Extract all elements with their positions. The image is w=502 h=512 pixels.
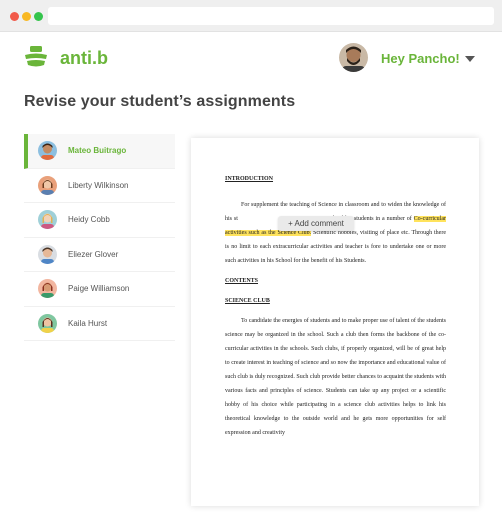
page-title: Revise your student’s assignments (24, 93, 296, 110)
student-name: Mateo Buitrago (68, 146, 127, 156)
maximize-window-icon[interactable] (34, 12, 43, 21)
brand-name: anti.b (60, 48, 108, 68)
user-greeting[interactable]: Hey Pancho! (381, 51, 460, 66)
student-avatar (38, 175, 57, 195)
student-item-kaila-hurst[interactable]: Kaila Hurst (24, 306, 175, 341)
student-name: Eliezer Glover (68, 249, 119, 259)
assignment-document[interactable]: INTRODUCTION For supplement the teaching… (191, 138, 479, 506)
heading-science-club: SCIENCE CLUB (225, 298, 270, 304)
student-list: Mateo Buitrago Liberty Wilkinson Heidy C… (24, 134, 175, 341)
chevron-down-icon[interactable] (465, 56, 475, 62)
student-item-paige-williamson[interactable]: Paige Williamson (24, 272, 175, 307)
heading-contents: CONTENTS (225, 278, 259, 284)
anti-b-logo-icon (25, 46, 47, 67)
add-comment-button[interactable]: + Add comment (278, 216, 354, 231)
student-name: Paige Williamson (68, 284, 130, 294)
student-name: Liberty Wilkinson (68, 180, 129, 190)
heading-introduction: INTRODUCTION (225, 176, 274, 182)
student-item-eliezer-glover[interactable]: Eliezer Glover (24, 237, 175, 272)
student-item-heidy-cobb[interactable]: Heidy Cobb (24, 203, 175, 238)
science-paragraph[interactable]: To candidate the energies of students an… (225, 314, 446, 440)
minimize-window-icon[interactable] (22, 12, 31, 21)
browser-chrome (0, 0, 502, 32)
student-item-liberty-wilkinson[interactable]: Liberty Wilkinson (24, 168, 175, 203)
address-bar[interactable] (48, 7, 494, 25)
user-avatar[interactable] (339, 43, 368, 72)
intro-paragraph[interactable]: For supplement the teaching of Science i… (225, 198, 446, 268)
student-item-mateo-buitrago[interactable]: Mateo Buitrago (24, 134, 175, 169)
student-avatar (38, 244, 57, 264)
student-name: Heidy Cobb (68, 215, 110, 225)
student-avatar (38, 279, 57, 299)
close-window-icon[interactable] (10, 12, 19, 21)
student-name: Kaila Hurst (68, 318, 108, 328)
student-avatar (38, 210, 57, 230)
student-avatar (38, 141, 57, 161)
student-avatar (38, 313, 57, 333)
